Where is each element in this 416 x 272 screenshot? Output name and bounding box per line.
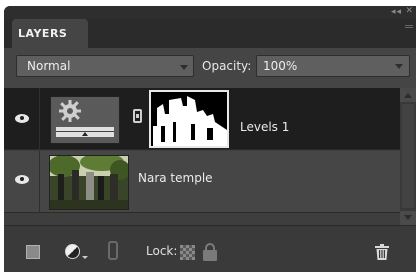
lock-transparency-icon[interactable] [180,245,195,260]
layers-list: Levels 1 Nara temple [4,88,400,225]
lock-label: Lock: [146,244,178,258]
visibility-toggle[interactable] [4,151,40,213]
blend-mode-value: Normal [27,59,71,73]
opacity-label: Opacity: [202,59,252,73]
layer-row-nara-temple[interactable]: Nara temple [4,151,400,213]
scroll-up-icon[interactable] [400,88,416,102]
layer-name: Levels 1 [240,120,290,134]
panel-title-strip: ◂◂ ✕ [4,6,416,19]
levels-histogram-icon [56,127,114,137]
layer-name: Nara temple [138,171,213,185]
panel-menu-icon[interactable] [405,25,413,28]
scroll-track[interactable] [402,104,414,208]
close-panel-icon[interactable]: ✕ [405,6,413,16]
visibility-toggle[interactable] [4,88,40,150]
layer-mask-thumbnail[interactable] [149,90,229,148]
layer-row-levels-1[interactable]: Levels 1 [4,88,400,150]
gear-icon [59,100,81,122]
tab-bar: LAYERS [4,19,416,48]
chevron-down-icon [180,65,188,70]
eye-icon[interactable] [15,114,29,123]
layer-controls: Normal Opacity: 100% [4,48,416,88]
link-icon[interactable] [133,109,142,123]
layers-panel: ◂◂ ✕ LAYERS Normal Opacity: 100% Levels … [4,6,416,272]
adjustment-layer-icon[interactable] [65,244,80,259]
opacity-field[interactable]: 100% [256,55,410,77]
temple-photo-image [50,156,128,209]
layers-scrollbar[interactable] [400,88,416,225]
adjustment-thumbnail[interactable] [50,96,120,144]
tab-layers-label: LAYERS [18,27,68,40]
photo-thumbnail[interactable] [49,155,129,210]
blend-mode-select[interactable]: Normal [16,55,194,77]
new-layer-icon[interactable] [26,245,40,259]
scroll-down-icon[interactable] [400,211,416,225]
layers-toolbar: Lock: [4,225,416,272]
link-layers-icon[interactable] [108,241,118,260]
mask-shape-icon [151,92,227,146]
collapse-panel-icon[interactable]: ◂◂ [391,7,402,17]
eye-icon[interactable] [15,175,29,184]
tab-layers[interactable]: LAYERS [12,19,88,48]
chevron-down-icon[interactable] [82,256,88,259]
trash-icon[interactable] [375,244,389,260]
opacity-value: 100% [263,59,298,73]
lock-all-icon[interactable] [203,243,217,261]
chevron-down-icon[interactable] [395,64,403,69]
